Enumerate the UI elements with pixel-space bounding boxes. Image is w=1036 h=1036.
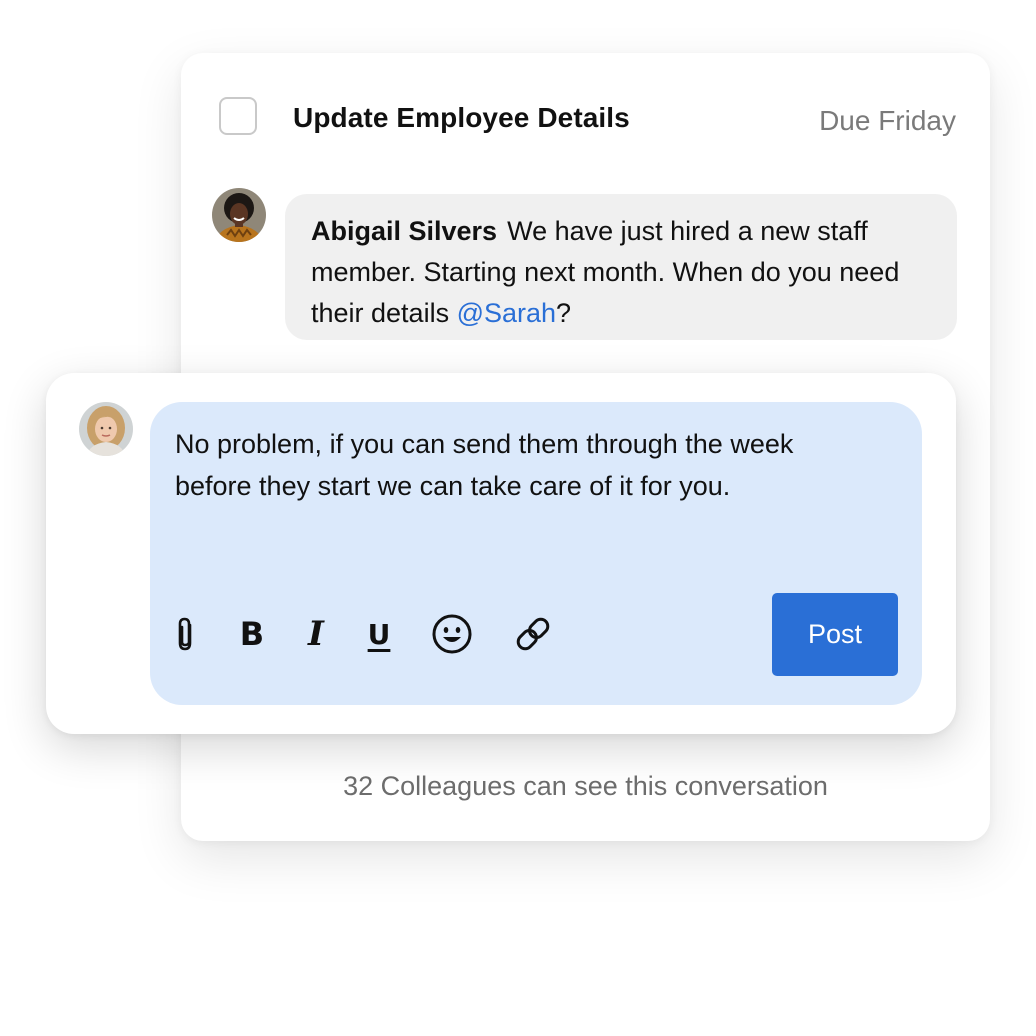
task-due-date: Due Friday: [819, 105, 956, 136]
task-title: Update Employee Details: [293, 102, 630, 133]
avatar-abigail: [212, 188, 266, 242]
visibility-note: 32 Colleagues can see this conversation: [343, 771, 828, 801]
avatar-sarah: [79, 402, 133, 456]
mention-link[interactable]: @Sarah: [457, 298, 556, 328]
post-button[interactable]: Post: [772, 593, 898, 676]
reply-composer[interactable]: No problem, if you can send them through…: [150, 402, 922, 705]
bold-button[interactable]: B: [234, 609, 270, 659]
stage: Update Employee Details Due Friday Abiga…: [0, 0, 1036, 1036]
reply-card: No problem, if you can send them through…: [46, 373, 956, 734]
comment-text-end: ?: [556, 298, 572, 328]
comment-bubble: Abigail Silvers We have just hired a new …: [285, 194, 957, 340]
paperclip-icon[interactable]: [168, 609, 204, 659]
underline-button[interactable]: U: [361, 609, 397, 659]
reply-text[interactable]: No problem, if you can send them through…: [175, 423, 875, 507]
link-icon[interactable]: [512, 609, 554, 659]
comment-author[interactable]: Abigail Silvers: [311, 216, 497, 246]
smiley-icon[interactable]: [430, 609, 474, 659]
italic-button[interactable]: I: [298, 609, 334, 659]
task-checkbox[interactable]: [219, 97, 257, 135]
